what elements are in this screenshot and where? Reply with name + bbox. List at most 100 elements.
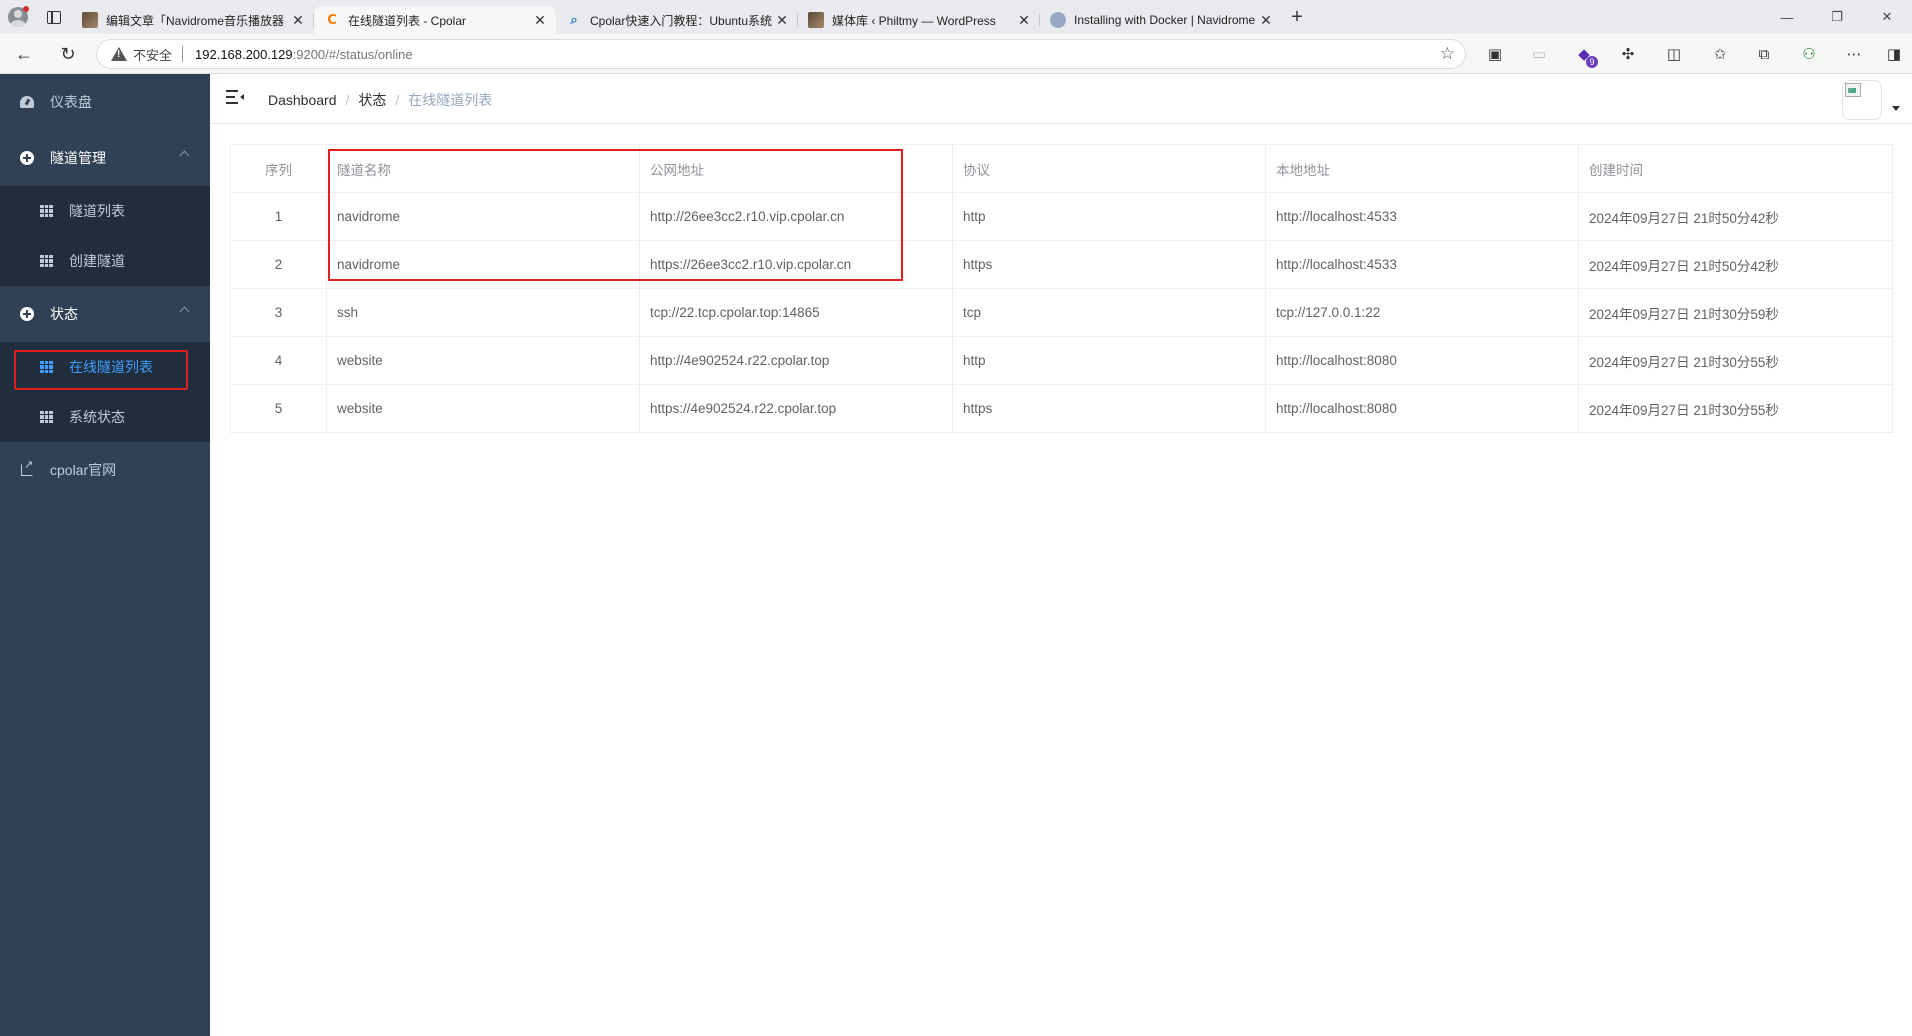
close-icon[interactable]: ✕ — [290, 12, 306, 29]
cell-created-time: 2024年09月27日 21时30分55秒 — [1578, 336, 1893, 385]
sidebar-item-create-tunnel[interactable]: 创建隧道 — [0, 236, 210, 286]
cell-index: 5 — [230, 384, 327, 433]
profile-icon[interactable] — [0, 0, 36, 34]
cell-index: 3 — [230, 288, 327, 337]
dashboard-icon — [20, 95, 34, 109]
breadcrumb-separator: / — [345, 92, 350, 108]
cell-public-url: http://26ee3cc2.r10.vip.cpolar.cn — [639, 192, 953, 241]
address-bar[interactable]: 不安全 192.168.200.129:9200/#/status/online… — [96, 39, 1466, 69]
column-header-protocol: 协议 — [952, 144, 1266, 193]
tab-title: 在线隧道列表 - Cpolar — [348, 13, 467, 28]
puzzle-icon[interactable]: ✣ — [1610, 34, 1646, 74]
cell-tunnel-name: website — [326, 384, 640, 433]
cell-created-time: 2024年09月27日 21时50分42秒 — [1578, 192, 1893, 241]
browser-tab-3[interactable]: ⌕ Cpolar快速入门教程：Ubuntu系统 ✕ — [556, 6, 798, 34]
browser-tab-4[interactable]: 媒体库 ‹ Philtmy — WordPress ✕ — [798, 6, 1040, 34]
insecure-label: 不安全 — [133, 47, 173, 63]
tab-title: 编辑文章「Navidrome音乐播放器 — [106, 13, 285, 28]
collections-icon[interactable]: ⧉ — [1746, 34, 1782, 74]
url-host: 192.168.200.129 — [195, 46, 293, 62]
table-row: 4 website http://4e902524.r22.cpolar.top… — [230, 336, 1893, 385]
cell-protocol: tcp — [952, 288, 1266, 337]
sidebar-item-tunnel-list[interactable]: 隧道列表 — [0, 186, 210, 236]
column-header-created-time: 创建时间 — [1578, 144, 1893, 193]
extension-badge-icon[interactable]: ◆ 9 — [1566, 34, 1602, 74]
sidebar: 仪表盘 隧道管理 隧道列表 创建隧道 状态 在线隧道列表 系统状态 ↗ cpol… — [0, 74, 210, 1036]
sidebar-item-label: 系统状态 — [69, 409, 125, 425]
external-link-icon — [20, 458, 34, 477]
browser-tab-1[interactable]: 编辑文章「Navidrome音乐播放器 ✕ — [72, 6, 314, 34]
submenu-tunnel-management: 隧道列表 创建隧道 — [0, 186, 210, 286]
column-header-tunnel-name: 隧道名称 — [326, 144, 640, 193]
search-icon: ⌕ — [570, 12, 578, 27]
cell-tunnel-name: ssh — [326, 288, 640, 337]
grid-icon — [40, 205, 53, 217]
browser-toolbar: ← ↻ 不安全 192.168.200.129:9200/#/status/on… — [0, 34, 1912, 74]
sidebar-item-system-status[interactable]: 系统状态 — [0, 392, 210, 442]
minimize-icon[interactable]: — — [1762, 0, 1812, 34]
tab-title: Cpolar快速入门教程：Ubuntu系统 — [590, 13, 773, 28]
submenu-status: 在线隧道列表 系统状态 — [0, 342, 210, 442]
breadcrumb-current: 在线隧道列表 — [408, 92, 493, 108]
cell-index: 1 — [230, 192, 327, 241]
close-window-icon[interactable]: ✕ — [1862, 0, 1912, 34]
hamburger-icon[interactable] — [226, 90, 244, 104]
sidebar-item-online-tunnels[interactable]: 在线隧道列表 — [0, 342, 210, 392]
sidebar-item-label: 仪表盘 — [50, 94, 92, 110]
performance-icon[interactable]: ⚇ — [1791, 34, 1827, 74]
sidebar-item-label: 隧道列表 — [69, 203, 125, 219]
breadcrumb: Dashboard / 状态 / 在线隧道列表 — [268, 90, 492, 110]
sidebar-toggle-icon[interactable]: ◨ — [1876, 34, 1912, 74]
favorite-star-icon[interactable]: ☆ — [1440, 44, 1455, 64]
sidebar-group-status[interactable]: 状态 — [0, 286, 210, 342]
plus-circle-icon — [20, 151, 34, 165]
avatar[interactable] — [1842, 80, 1882, 120]
close-icon[interactable]: ✕ — [1016, 12, 1032, 29]
split-screen-icon[interactable]: ◫ — [1656, 34, 1692, 74]
chevron-up-icon — [179, 150, 190, 161]
refresh-icon[interactable]: ↻ — [50, 34, 86, 74]
cell-tunnel-name: navidrome — [326, 240, 640, 289]
new-tab-icon[interactable]: + — [1282, 0, 1312, 34]
cell-created-time: 2024年09月27日 21时30分55秒 — [1578, 384, 1893, 433]
sidebar-item-dashboard[interactable]: 仪表盘 — [0, 74, 210, 130]
breadcrumb-separator: / — [395, 92, 400, 108]
breadcrumb-dashboard[interactable]: Dashboard — [268, 92, 337, 108]
cell-index: 2 — [230, 240, 327, 289]
breadcrumb-status: 状态 — [358, 92, 387, 108]
sidebar-group-label: 隧道管理 — [50, 150, 106, 166]
browser-tab-strip: 编辑文章「Navidrome音乐播放器 ✕ C 在线隧道列表 - Cpolar … — [0, 0, 1912, 34]
cell-protocol: https — [952, 384, 1266, 433]
close-icon[interactable]: ✕ — [532, 12, 548, 29]
browser-tab-5[interactable]: Installing with Docker | Navidrome ✕ — [1040, 6, 1282, 34]
close-icon[interactable]: ✕ — [1258, 12, 1274, 29]
cell-local-address: http://localhost:8080 — [1265, 384, 1579, 433]
cell-index: 4 — [230, 336, 327, 385]
chevron-up-icon — [179, 306, 190, 317]
online-tunnel-table: 序列 隧道名称 公网地址 协议 本地地址 创建时间 1 navidrome ht… — [230, 144, 1893, 433]
cell-tunnel-name: navidrome — [326, 192, 640, 241]
highlight-box — [14, 350, 188, 390]
sidebar-group-label: 状态 — [50, 306, 78, 322]
caret-down-icon[interactable] — [1892, 106, 1900, 111]
column-header-public-url: 公网地址 — [639, 144, 953, 193]
cpolar-icon: C — [327, 12, 337, 28]
navidrome-icon — [1050, 12, 1066, 28]
sidebar-item-label: cpolar官网 — [50, 462, 117, 478]
table-row: 1 navidrome http://26ee3cc2.r10.vip.cpol… — [230, 192, 1893, 241]
sidebar-item-cpolar-website[interactable]: cpolar官网 — [0, 442, 210, 498]
close-icon[interactable]: ✕ — [774, 12, 790, 29]
cell-protocol: https — [952, 240, 1266, 289]
back-icon[interactable]: ← — [6, 34, 42, 74]
wp-icon — [808, 12, 824, 28]
restore-icon[interactable]: ❐ — [1812, 0, 1862, 34]
extension-icon[interactable]: ▣ — [1477, 34, 1513, 74]
reader-icon[interactable]: ▭ — [1521, 34, 1557, 74]
more-icon[interactable]: ⋯ — [1836, 34, 1872, 74]
grid-icon — [40, 255, 53, 267]
browser-tab-2[interactable]: C 在线隧道列表 - Cpolar ✕ — [314, 6, 556, 34]
tab-actions-icon[interactable] — [36, 0, 72, 34]
top-navbar: Dashboard / 状态 / 在线隧道列表 — [210, 74, 1912, 124]
favorites-icon[interactable]: ✩ — [1702, 34, 1738, 74]
sidebar-group-tunnel-management[interactable]: 隧道管理 — [0, 130, 210, 186]
